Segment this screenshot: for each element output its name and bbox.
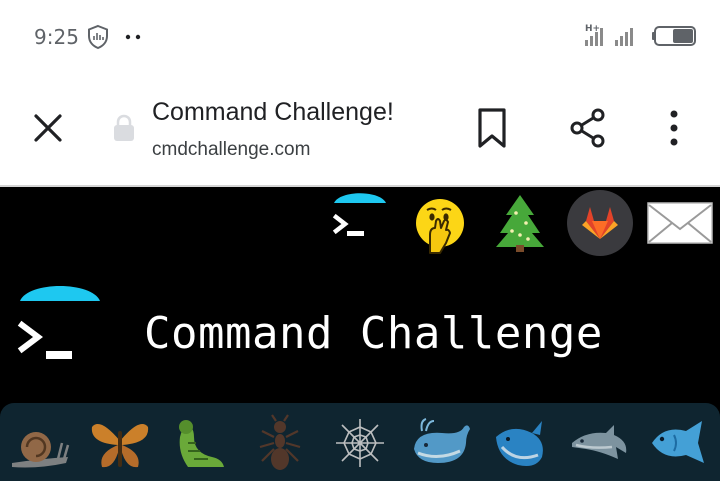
creature-strip [0,403,720,481]
shield-icon [88,24,108,50]
lock-icon [114,114,134,141]
snail-icon[interactable] [8,413,72,473]
share-icon[interactable] [566,106,610,150]
battery-icon [652,26,696,46]
more-dots-icon [125,34,141,40]
dolphin-icon[interactable] [568,413,632,473]
page-title: Command Challenge! [152,98,394,126]
mail-icon[interactable] [646,201,714,245]
bug-icon[interactable] [168,413,232,473]
bookmark-icon[interactable] [474,106,510,150]
status-time: 9:25 [34,25,79,49]
fish-icon[interactable] [648,413,712,473]
butterfly-icon[interactable] [88,413,152,473]
signal-icon: H+ [585,24,633,46]
custom-tab-toolbar: Command Challenge! cmdchallenge.com [0,72,720,185]
more-vert-icon[interactable] [660,106,688,150]
ant-icon[interactable] [248,413,312,473]
web-content: Command Challenge [0,187,720,481]
terminal-logo-icon[interactable] [330,189,390,245]
status-bar: 9:25 H+ [0,0,720,72]
page-url[interactable]: cmdchallenge.com [152,139,310,161]
gitlab-icon[interactable] [566,189,634,257]
whale-icon[interactable] [408,413,472,473]
hero-title: Command Challenge [144,308,603,359]
close-icon[interactable] [30,110,66,146]
spouting-whale-icon[interactable] [488,413,552,473]
spider-web-icon[interactable] [328,413,392,473]
site-logo-icon [17,286,100,359]
christmas-tree-icon[interactable] [494,193,546,253]
hand-over-mouth-emoji-icon[interactable] [412,197,468,255]
